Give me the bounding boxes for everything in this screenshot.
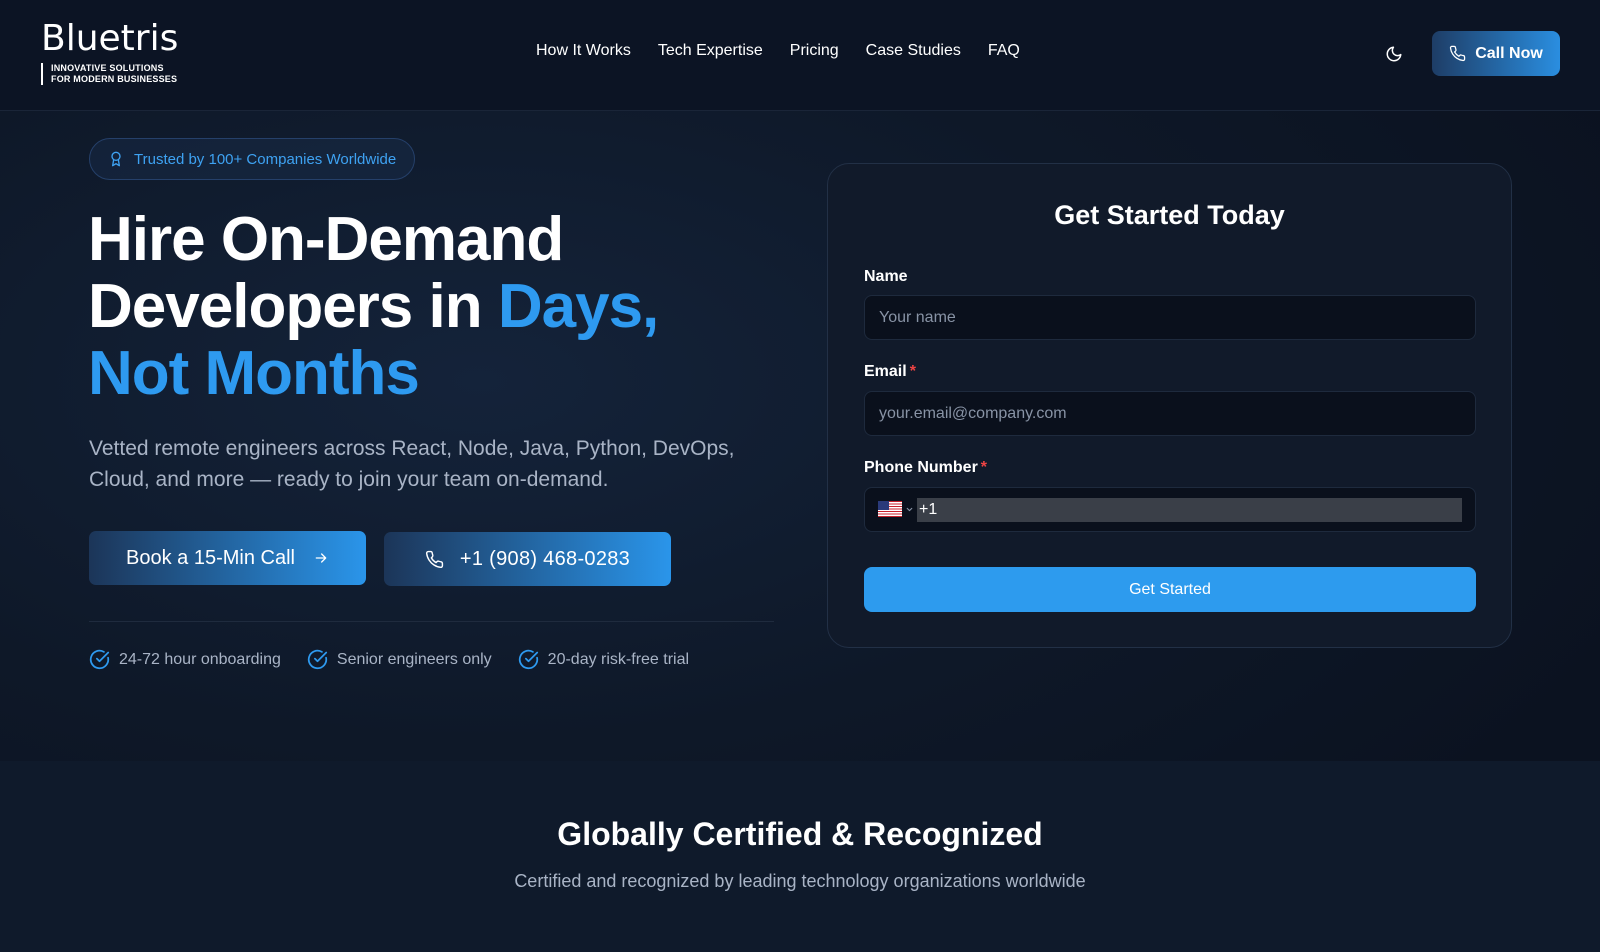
brand-logo[interactable]: Bluetris INNOVATIVE SOLUTIONS FOR MODERN… [41, 18, 178, 85]
trust-badge: Trusted by 100+ Companies Worldwide [89, 138, 416, 180]
hero-headline: Hire On-Demand Developers in Days, Not M… [88, 206, 768, 407]
moon-icon [1386, 46, 1402, 62]
nav-link-faq[interactable]: FAQ [988, 42, 1020, 60]
phone-label-text: Phone Number [864, 459, 978, 476]
get-started-button[interactable]: Get Started [864, 567, 1476, 612]
check-circle-icon [89, 649, 110, 670]
required-mark: * [909, 363, 916, 380]
email-label: Email * [864, 363, 916, 381]
main-nav: How It Works Tech Expertise Pricing Case… [536, 42, 1020, 60]
certified-section: Globally Certified & Recognized Certifie… [0, 761, 1600, 952]
headline-accent-months: Not Months [88, 339, 420, 408]
phone-icon [1450, 45, 1466, 62]
hero-divider [89, 621, 774, 622]
phone-input[interactable] [917, 498, 1462, 522]
required-mark: * [980, 459, 988, 476]
check-circle-icon [518, 649, 538, 670]
feature-text: 24-72 hour onboarding [119, 650, 281, 668]
chevron-down-icon [906, 507, 913, 511]
form-title: Get Started Today [1054, 200, 1285, 230]
brand-tagline-line1: INNOVATIVE SOLUTIONS [51, 63, 164, 73]
theme-toggle-button[interactable] [1382, 42, 1406, 66]
name-input[interactable] [864, 295, 1476, 340]
award-icon [111, 151, 121, 167]
feature-list: 24-72 hour onboarding Senior engineers o… [89, 649, 689, 670]
headline-text: Hire On-Demand Developers in [88, 205, 564, 341]
site-header: Bluetris INNOVATIVE SOLUTIONS FOR MODERN… [0, 0, 1600, 111]
country-code-select[interactable] [878, 501, 914, 517]
book-call-button[interactable]: Book a 15-Min Call [89, 531, 366, 585]
nav-link-case-studies[interactable]: Case Studies [866, 42, 961, 60]
brand-name: Bluetris [41, 18, 179, 59]
feature-item: 20-day risk-free trial [518, 649, 689, 670]
headline-accent-days: Days, [497, 272, 659, 341]
certified-subtitle: Certified and recognized by leading tech… [514, 871, 1086, 891]
feature-item: Senior engineers only [307, 649, 492, 670]
check-circle-icon [307, 649, 328, 670]
nav-link-tech-expertise[interactable]: Tech Expertise [658, 42, 763, 60]
phone-number-label: +1 (908) 468-0283 [459, 547, 631, 570]
trust-badge-text: Trusted by 100+ Companies Worldwide [134, 150, 397, 168]
feature-text: Senior engineers only [336, 650, 492, 668]
phone-label: Phone Number * [864, 459, 987, 477]
phone-number-button[interactable]: +1 (908) 468-0283 [384, 532, 671, 586]
feature-text: 20-day risk-free trial [547, 650, 690, 668]
certified-title: Globally Certified & Recognized [557, 816, 1043, 852]
name-label: Name [864, 268, 908, 286]
book-call-label: Book a 15-Min Call [126, 546, 295, 569]
signup-form-card: Get Started Today Name Email* Phone Numb… [827, 163, 1512, 648]
brand-tagline-line2: FOR MODERN BUSINESSES [51, 74, 178, 84]
phone-field [864, 487, 1476, 532]
arrow-right-icon [315, 553, 327, 563]
us-flag-icon [878, 501, 902, 517]
nav-link-pricing[interactable]: Pricing [790, 42, 839, 60]
hero-subtext: Vetted remote engineers across React, No… [89, 437, 735, 491]
brand-tagline: INNOVATIVE SOLUTIONS FOR MODERN BUSINESS… [41, 63, 178, 85]
phone-icon [425, 550, 444, 568]
page: Bluetris INNOVATIVE SOLUTIONS FOR MODERN… [0, 0, 1600, 952]
feature-item: 24-72 hour onboarding [89, 649, 281, 670]
call-now-button[interactable]: Call Now [1432, 31, 1560, 76]
nav-link-how-it-works[interactable]: How It Works [536, 42, 631, 60]
email-input[interactable] [864, 391, 1476, 436]
call-now-label: Call Now [1475, 44, 1543, 62]
email-label-text: Email [864, 363, 907, 380]
name-label-text: Name [864, 268, 908, 285]
